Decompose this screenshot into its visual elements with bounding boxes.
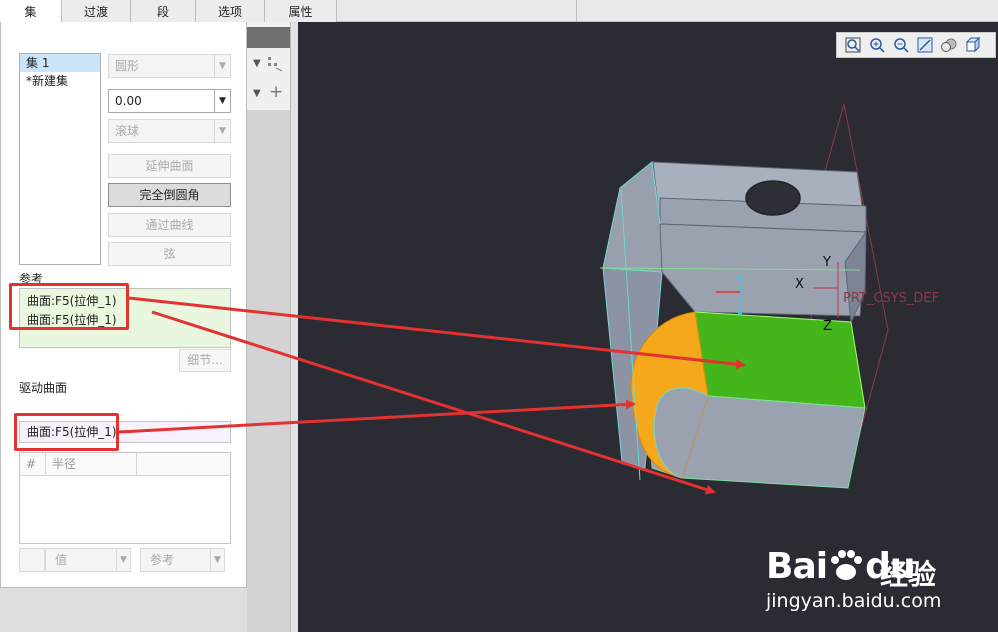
tab-sets[interactable]: 集 bbox=[0, 0, 62, 23]
column-header-radius: 半径 bbox=[46, 453, 137, 475]
add-icon[interactable]: + bbox=[269, 82, 283, 102]
chevron-down-icon: ▼ bbox=[214, 55, 230, 77]
color-swatch-button[interactable] bbox=[19, 548, 45, 572]
driving-surface-label: 驱动曲面 bbox=[19, 381, 68, 395]
radius-select[interactable]: 0.00 ▼ bbox=[108, 89, 231, 113]
value-select[interactable]: 值 ▼ bbox=[45, 548, 131, 572]
tab-bar-spacer bbox=[337, 0, 577, 22]
saved-view-icon[interactable] bbox=[962, 35, 983, 55]
tab-transitions[interactable]: 过渡 bbox=[62, 0, 131, 22]
reference-select-value: 参考 bbox=[150, 553, 175, 567]
model-tree-strip: ▼ ▼ + bbox=[247, 22, 290, 632]
value-select-value: 值 bbox=[55, 553, 68, 567]
watermark-brand: Bai bbox=[766, 546, 828, 587]
zoom-in-icon[interactable] bbox=[866, 35, 887, 55]
radius-select-value: 0.00 bbox=[115, 94, 142, 108]
zoom-out-icon[interactable] bbox=[890, 35, 911, 55]
through-curve-button[interactable]: 通过曲线 bbox=[108, 213, 231, 237]
shape-select[interactable]: 圆形 ▼ bbox=[108, 54, 231, 78]
zoom-fit-icon[interactable] bbox=[842, 35, 863, 55]
set-item-1[interactable]: 集 1 bbox=[20, 54, 100, 72]
extend-surfaces-button[interactable]: 延伸曲面 bbox=[108, 154, 231, 178]
set-item-new[interactable]: *新建集 bbox=[20, 72, 100, 90]
chord-button[interactable]: 弦 bbox=[108, 242, 231, 266]
tab-bar: 集 过渡 段 选项 属性 bbox=[0, 0, 998, 23]
model-tree-area bbox=[247, 110, 290, 632]
set-list[interactable]: 集 1 *新建集 bbox=[19, 53, 101, 265]
paw-icon bbox=[831, 550, 863, 580]
chevron-down-icon: ▼ bbox=[116, 549, 130, 571]
display-style-icon[interactable] bbox=[938, 35, 959, 55]
model-tree-header bbox=[247, 27, 290, 48]
dropdown-arrow-icon[interactable]: ▼ bbox=[253, 58, 261, 69]
column-header-index: # bbox=[20, 453, 46, 475]
method-select-value: 滚球 bbox=[115, 124, 140, 138]
repaint-icon[interactable] bbox=[914, 35, 935, 55]
chevron-down-icon: ▼ bbox=[214, 90, 230, 112]
reference-select[interactable]: 参考 ▼ bbox=[140, 548, 225, 572]
dropdown-arrow-icon[interactable]: ▼ bbox=[253, 88, 261, 99]
view-toolbar bbox=[836, 32, 996, 58]
tab-segments[interactable]: 段 bbox=[131, 0, 196, 22]
tab-properties[interactable]: 属性 bbox=[265, 0, 337, 22]
panel-footer-area bbox=[0, 588, 247, 632]
chevron-down-icon: ▼ bbox=[210, 549, 224, 571]
splitter[interactable] bbox=[290, 22, 298, 632]
tab-options[interactable]: 选项 bbox=[196, 0, 265, 22]
radius-table[interactable]: # 半径 bbox=[19, 452, 231, 544]
watermark-jingyan: 经验 bbox=[880, 558, 937, 591]
full-round-button[interactable]: 完全倒圆角 bbox=[108, 183, 231, 207]
radius-table-header: # 半径 bbox=[20, 453, 230, 476]
chevron-down-icon: ▼ bbox=[214, 120, 230, 142]
details-button[interactable]: 细节... bbox=[179, 349, 231, 372]
annotation-box-driving-surface bbox=[14, 413, 119, 451]
method-select[interactable]: 滚球 ▼ bbox=[108, 119, 231, 143]
annotation-box-references bbox=[9, 283, 129, 330]
shape-select-value: 圆形 bbox=[115, 59, 140, 73]
graphics-viewport[interactable] bbox=[298, 22, 998, 632]
settings-icon[interactable] bbox=[267, 56, 283, 72]
watermark-url: jingyan.baidu.com bbox=[766, 590, 942, 612]
